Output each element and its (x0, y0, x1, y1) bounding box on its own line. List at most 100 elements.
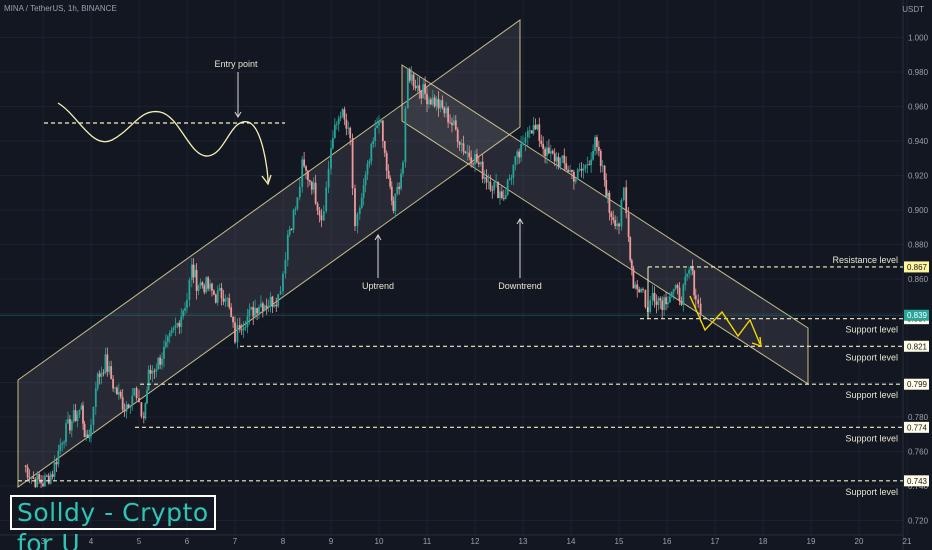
last-price-label: 0.839 (907, 311, 928, 320)
candle-body (263, 305, 266, 311)
candle-body (157, 357, 160, 370)
candle-body (524, 137, 527, 143)
candle-body (381, 120, 384, 142)
candle-body (83, 423, 86, 438)
candle-body (487, 181, 490, 183)
candle-body (522, 142, 524, 145)
candle-body (30, 477, 33, 479)
candle-body (396, 186, 399, 194)
candle-body (443, 107, 446, 114)
candle-body (153, 371, 156, 372)
candle-body (34, 478, 37, 488)
candle-body (530, 130, 533, 134)
candle-body (462, 143, 465, 152)
candle-body (586, 164, 589, 166)
candle-body (316, 203, 319, 211)
candle-body (651, 292, 654, 301)
candle-body (305, 166, 307, 171)
candle-body (477, 162, 480, 165)
candle-body (694, 295, 697, 300)
brand-watermark: Solldy - Crypto for U (10, 495, 216, 550)
candle-body (404, 108, 407, 163)
candle-body (661, 300, 664, 310)
candle-body (286, 234, 289, 260)
time-axis-tick: 21 (903, 537, 912, 546)
candle-body (559, 158, 562, 167)
candle-body (640, 288, 642, 293)
candle-body (159, 357, 162, 365)
time-axis-tick: 10 (375, 537, 384, 546)
candle-body (412, 74, 415, 86)
time-axis-tick: 20 (855, 537, 864, 546)
candle-body (102, 372, 105, 374)
candle-body (78, 409, 81, 415)
candle-body (649, 300, 652, 313)
candle-body (534, 125, 537, 130)
candle-body (51, 474, 54, 477)
candle-body (592, 151, 594, 160)
candle-body (616, 223, 618, 227)
candle-body (42, 483, 44, 487)
candle-body (418, 85, 421, 92)
candle-body (472, 163, 474, 165)
candle-body (544, 148, 546, 157)
candle-body (358, 208, 361, 214)
downtrend-label: Downtrend (498, 281, 542, 291)
candle-body (28, 477, 31, 479)
candle-body (59, 444, 62, 451)
candle-body (599, 150, 602, 167)
candle-body (385, 152, 388, 171)
candle-body (410, 74, 413, 81)
price-axis-tick: 0.860 (908, 275, 929, 284)
candle-body (244, 326, 247, 328)
candle-body (429, 99, 432, 105)
candle-body (632, 268, 635, 289)
candle-body (269, 296, 272, 307)
candle-body (514, 156, 517, 165)
candle-body (630, 260, 633, 269)
price-axis-tick: 0.920 (908, 172, 929, 181)
price-axis-tick: 0.980 (908, 68, 929, 77)
candle-body (273, 304, 276, 307)
candle-body (325, 187, 328, 212)
candle-body (146, 390, 148, 404)
candle-body (460, 143, 463, 145)
candle-body (620, 200, 623, 227)
candle-body (224, 298, 227, 302)
candle-body (458, 141, 461, 145)
candle-body (390, 186, 393, 201)
candle-body (53, 462, 56, 477)
candle-body (528, 130, 531, 132)
candle-body (387, 170, 390, 179)
candle-body (502, 197, 505, 199)
time-axis-tick: 7 (233, 537, 238, 546)
candle-body (674, 285, 677, 290)
candle-body (634, 284, 637, 289)
candle-body (489, 181, 492, 190)
candle-body (572, 171, 575, 182)
candle-body (92, 406, 95, 425)
time-axis-tick: 12 (471, 537, 480, 546)
candle-body (520, 144, 522, 158)
candle-body (296, 197, 299, 209)
candle-body (464, 151, 467, 154)
candle-body (133, 388, 136, 396)
candle-body (26, 467, 29, 478)
candle-body (561, 155, 564, 159)
candle-body (108, 366, 111, 372)
candle-body (549, 151, 552, 154)
candle-body (565, 163, 568, 170)
candle-body (416, 85, 419, 89)
candle-body (275, 304, 278, 307)
candle-body (220, 288, 223, 299)
candle-body (312, 182, 315, 190)
candle-body (100, 372, 103, 377)
candle-body (138, 398, 140, 403)
candle-body (392, 200, 395, 211)
candle-body (684, 276, 687, 285)
candle-body (240, 329, 243, 331)
candle-body (697, 299, 700, 304)
candle-body (699, 303, 702, 316)
price-chart[interactable]: 1.000 0.980 0.960 0.940 0.920 0.900 0.880 0.860… (0, 0, 932, 550)
candle-body (228, 298, 231, 308)
